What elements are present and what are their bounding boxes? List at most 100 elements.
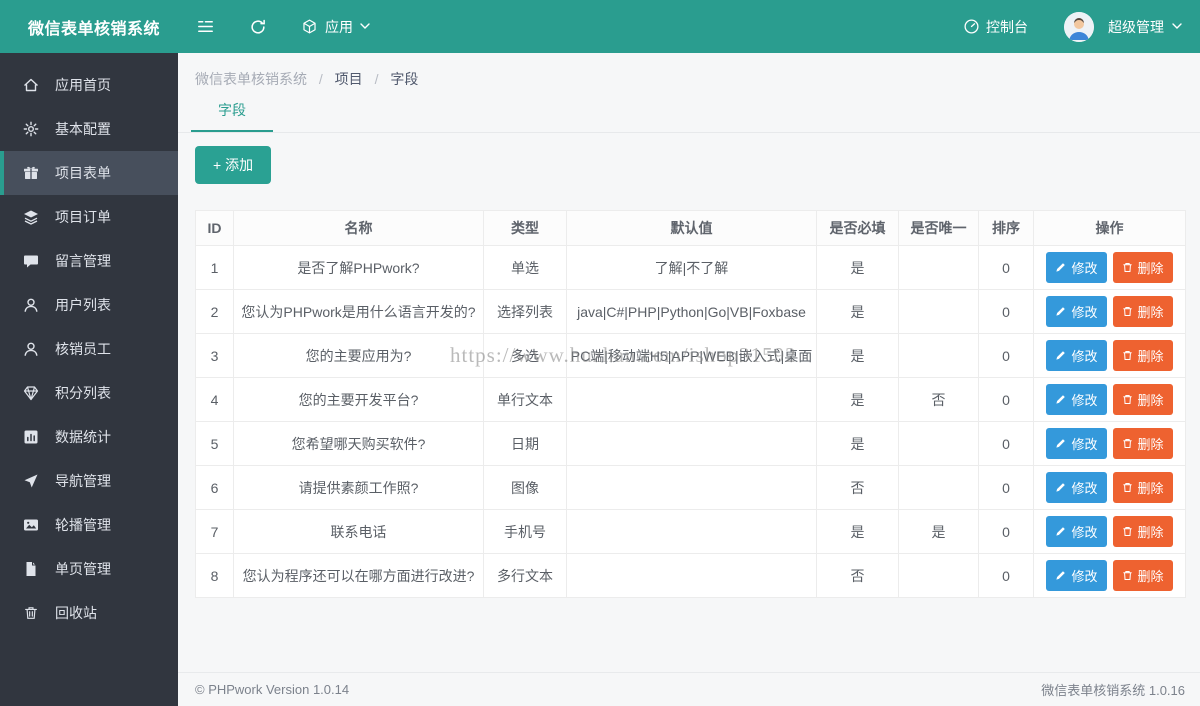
cube-icon — [301, 18, 318, 35]
cell-required: 是 — [817, 334, 899, 378]
cell-type: 单选 — [484, 246, 567, 290]
tabs-bar: 字段 — [178, 100, 1200, 133]
breadcrumb-item-project[interactable]: 项目 — [335, 71, 363, 87]
table-row: 5 您希望哪天购买软件? 日期 是 0 修改删除 — [196, 422, 1186, 466]
edit-button[interactable]: 修改 — [1046, 516, 1106, 547]
sidebar-item-label: 导航管理 — [55, 471, 111, 491]
cell-name: 是否了解PHPwork? — [234, 246, 484, 290]
column-header-type: 类型 — [484, 211, 567, 246]
cell-type: 日期 — [484, 422, 567, 466]
chevron-down-icon — [360, 23, 370, 30]
trash-icon — [1122, 570, 1133, 581]
cell-unique — [899, 554, 979, 598]
sidebar-item-carousel-management[interactable]: 轮播管理 — [0, 503, 178, 547]
sidebar-item-basic-config[interactable]: 基本配置 — [0, 107, 178, 151]
sidebar-item-recycle-bin[interactable]: 回收站 — [0, 591, 178, 635]
cell-required: 是 — [817, 290, 899, 334]
image-icon — [22, 516, 40, 534]
sidebar-item-project-orders[interactable]: 项目订单 — [0, 195, 178, 239]
breadcrumb-item-field: 字段 — [390, 71, 418, 87]
topbar-right-tools: 控制台 超级管理 — [963, 12, 1200, 42]
gear-icon — [22, 120, 40, 138]
pencil-icon — [1055, 262, 1066, 273]
sidebar-item-points-list[interactable]: 积分列表 — [0, 371, 178, 415]
file-icon — [22, 560, 40, 578]
cell-sort: 0 — [979, 466, 1034, 510]
edit-button[interactable]: 修改 — [1046, 560, 1106, 591]
cell-id: 7 — [196, 510, 234, 554]
cell-required: 否 — [817, 554, 899, 598]
sidebar-item-project-form[interactable]: 项目表单 — [0, 151, 178, 195]
edit-button[interactable]: 修改 — [1046, 340, 1106, 371]
sidebar-item-nav-management[interactable]: 导航管理 — [0, 459, 178, 503]
sidebar-item-single-page-management[interactable]: 单页管理 — [0, 547, 178, 591]
cell-required: 是 — [817, 378, 899, 422]
avatar[interactable] — [1064, 12, 1094, 42]
delete-button[interactable]: 删除 — [1113, 472, 1173, 503]
menu-fold-button[interactable] — [196, 17, 215, 36]
sidebar-item-label: 核销员工 — [55, 339, 111, 359]
cell-unique: 否 — [899, 378, 979, 422]
refresh-icon — [249, 18, 267, 36]
cell-id: 1 — [196, 246, 234, 290]
cell-actions: 修改删除 — [1034, 510, 1186, 554]
delete-button[interactable]: 删除 — [1113, 428, 1173, 459]
sidebar-item-label: 用户列表 — [55, 295, 111, 315]
cell-default — [567, 378, 817, 422]
trash-icon — [1122, 306, 1133, 317]
delete-button[interactable]: 删除 — [1113, 516, 1173, 547]
page-footer: © PHPwork Version 1.0.14 微信表单核销系统 1.0.16 — [178, 672, 1200, 706]
edit-button[interactable]: 修改 — [1046, 296, 1106, 327]
cell-unique — [899, 334, 979, 378]
cell-default — [567, 422, 817, 466]
refresh-button[interactable] — [249, 18, 267, 36]
edit-button[interactable]: 修改 — [1046, 384, 1106, 415]
cell-default — [567, 466, 817, 510]
trash-icon — [22, 604, 40, 622]
cell-id: 2 — [196, 290, 234, 334]
sidebar-item-label: 基本配置 — [55, 119, 111, 139]
table-row: 4 您的主要开发平台? 单行文本 是 否 0 修改删除 — [196, 378, 1186, 422]
pencil-icon — [1055, 482, 1066, 493]
cell-type: 多行文本 — [484, 554, 567, 598]
console-label: 控制台 — [986, 17, 1028, 37]
sidebar-item-app-home[interactable]: 应用首页 — [0, 63, 178, 107]
console-link[interactable]: 控制台 — [963, 17, 1028, 37]
cell-name: 您认为程序还可以在哪方面进行改进? — [234, 554, 484, 598]
column-header-sort: 排序 — [979, 211, 1034, 246]
cell-default: 了解|不了解 — [567, 246, 817, 290]
tab-fields[interactable]: 字段 — [191, 100, 273, 132]
cell-id: 4 — [196, 378, 234, 422]
user-icon — [22, 340, 40, 358]
footer-version-right: 微信表单核销系统 1.0.16 — [1041, 680, 1185, 699]
user-menu-dropdown[interactable]: 超级管理 — [1108, 17, 1182, 37]
cell-name: 联系电话 — [234, 510, 484, 554]
table-row: 7 联系电话 手机号 是 是 0 修改删除 — [196, 510, 1186, 554]
trash-icon — [1122, 482, 1133, 493]
sidebar-item-verification-staff[interactable]: 核销员工 — [0, 327, 178, 371]
delete-button[interactable]: 删除 — [1113, 252, 1173, 283]
cell-required: 是 — [817, 422, 899, 466]
cell-type: 手机号 — [484, 510, 567, 554]
delete-button[interactable]: 删除 — [1113, 340, 1173, 371]
delete-button[interactable]: 删除 — [1113, 296, 1173, 327]
sidebar-item-message-management[interactable]: 留言管理 — [0, 239, 178, 283]
add-button[interactable]: + 添加 — [195, 146, 271, 184]
edit-button[interactable]: 修改 — [1046, 252, 1106, 283]
sidebar-item-label: 回收站 — [55, 603, 97, 623]
app-menu-dropdown[interactable]: 应用 — [301, 17, 370, 37]
delete-button[interactable]: 删除 — [1113, 384, 1173, 415]
cell-sort: 0 — [979, 246, 1034, 290]
breadcrumb-item-system[interactable]: 微信表单核销系统 — [195, 71, 307, 87]
cell-unique: 是 — [899, 510, 979, 554]
trash-icon — [1122, 350, 1133, 361]
delete-button[interactable]: 删除 — [1113, 560, 1173, 591]
cell-unique — [899, 422, 979, 466]
sidebar-item-user-list[interactable]: 用户列表 — [0, 283, 178, 327]
edit-button[interactable]: 修改 — [1046, 472, 1106, 503]
bar-chart-icon — [22, 428, 40, 446]
sidebar-item-label: 单页管理 — [55, 559, 111, 579]
user-icon — [22, 296, 40, 314]
edit-button[interactable]: 修改 — [1046, 428, 1106, 459]
sidebar-item-data-statistics[interactable]: 数据统计 — [0, 415, 178, 459]
